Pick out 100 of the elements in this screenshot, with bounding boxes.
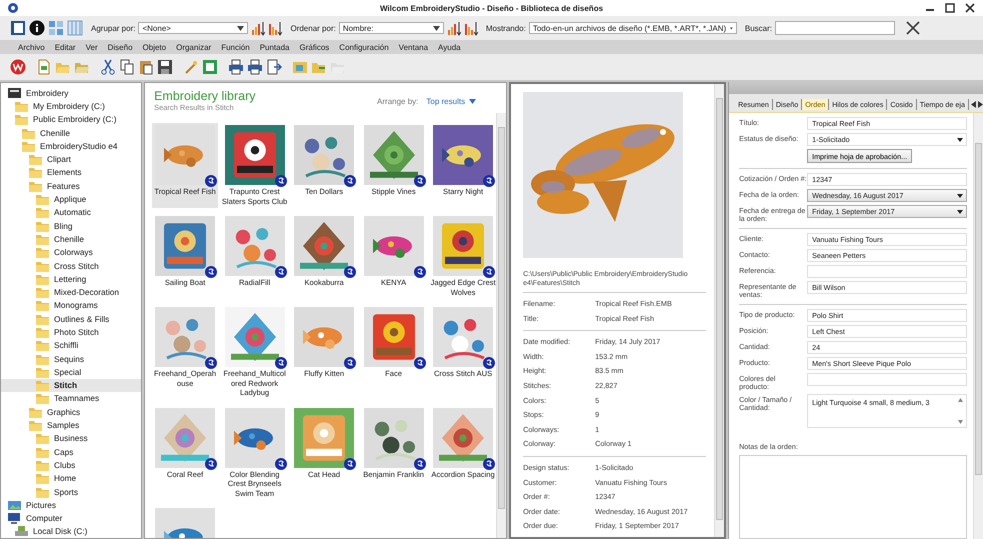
tree-item[interactable]: Features: [1, 179, 142, 192]
arrange-label: Arrange by:: [377, 97, 418, 106]
tree-item[interactable]: Computer: [1, 512, 142, 525]
badge-icon: [344, 357, 356, 369]
menu-item[interactable]: Objeto: [142, 42, 166, 52]
menu-item[interactable]: Ver: [86, 42, 98, 52]
tree-item[interactable]: Bling: [1, 218, 142, 232]
paste-icon[interactable]: [138, 59, 154, 75]
showing-dropdown[interactable]: Todo-en-un archivos de diseño (*.EMB, *.ART*, *.JAN): [528, 22, 737, 34]
menu-item[interactable]: Puntada: [260, 42, 290, 52]
tree-item[interactable]: Schiffli: [1, 338, 142, 352]
scrollbar[interactable]: [496, 113, 506, 538]
scroll-left-icon[interactable]: [971, 101, 976, 108]
menu-item[interactable]: Editar: [54, 42, 76, 52]
caret-icon: [957, 194, 963, 198]
menu-item[interactable]: Configuración: [339, 42, 389, 52]
tree-item[interactable]: Graphics: [1, 405, 142, 418]
magic-wand-icon[interactable]: [183, 59, 199, 75]
tree-item[interactable]: Applique: [1, 192, 142, 206]
printer-icon[interactable]: [247, 59, 263, 75]
info-icon[interactable]: [29, 20, 45, 36]
tree-item[interactable]: Chenille: [1, 232, 142, 246]
tree-item[interactable]: EmbroideryStudio e4: [1, 139, 142, 152]
tree-item[interactable]: Pictures: [1, 498, 142, 512]
badge-icon: [274, 266, 287, 278]
caret-icon: [957, 210, 963, 214]
copy-icon[interactable]: [119, 59, 135, 75]
tree-item[interactable]: Sports: [1, 484, 142, 498]
tree-item[interactable]: Samples: [1, 418, 142, 432]
printer-icon[interactable]: [228, 59, 244, 75]
input-field[interactable]: [807, 373, 967, 386]
tree-item[interactable]: Special: [1, 365, 142, 379]
menu-item[interactable]: Ventana: [398, 42, 428, 52]
tree-item[interactable]: Elements: [1, 166, 142, 180]
tree-item[interactable]: Colorways: [1, 246, 142, 259]
badge-icon: [483, 458, 496, 470]
input-field[interactable]: [807, 265, 967, 278]
folder-icon: [35, 431, 50, 446]
tree-item[interactable]: Public Embroidery (C:): [1, 112, 142, 126]
sort-descending-icon[interactable]: [268, 20, 282, 36]
arrange-dropdown[interactable]: Top results: [426, 97, 476, 106]
badge-icon: [414, 357, 426, 369]
maximize-icon[interactable]: [945, 3, 955, 13]
tree-item[interactable]: My Embroidery (C:): [1, 99, 142, 113]
tree-item[interactable]: Automatic: [1, 206, 142, 219]
badge-icon: [205, 266, 218, 278]
tree-item[interactable]: Local Disk (C:): [1, 524, 142, 538]
save-icon[interactable]: [157, 59, 173, 75]
badge-icon: [414, 175, 426, 187]
tree-item[interactable]: Clubs: [1, 458, 142, 472]
new-document-icon[interactable]: [36, 59, 52, 75]
scissors-icon[interactable]: [100, 59, 116, 75]
sort-ascending-icon[interactable]: [446, 20, 461, 36]
logo-icon[interactable]: [10, 59, 26, 75]
menu-item[interactable]: Organizar: [176, 42, 212, 52]
sort-descending-icon[interactable]: [464, 20, 478, 36]
tree-item[interactable]: Embroidery: [1, 86, 142, 100]
menu-item[interactable]: Archivo: [18, 42, 45, 52]
group-by-label: Agrupar por:: [91, 24, 136, 32]
tree-item[interactable]: Monograms: [1, 298, 142, 312]
tree-item[interactable]: Clipart: [1, 152, 142, 166]
panel-icon[interactable]: [10, 20, 26, 36]
tree-item[interactable]: Caps: [1, 445, 142, 458]
caret-icon: [469, 99, 476, 104]
tree-item[interactable]: Stitch: [1, 378, 142, 392]
tree-item[interactable]: Home: [1, 472, 142, 485]
tree-item[interactable]: Mixed-Decoration: [1, 285, 142, 299]
tree-item[interactable]: Chenille: [1, 126, 142, 140]
scroll-down-icon[interactable]: [958, 420, 963, 424]
frame-icon[interactable]: [202, 59, 218, 75]
badge-icon: [274, 175, 287, 187]
tree-item[interactable]: Sequins: [1, 352, 142, 366]
close-icon[interactable]: [965, 3, 975, 13]
tree-item[interactable]: Cross Stitch: [1, 258, 142, 272]
sort-by-dropdown[interactable]: Nombre:: [338, 22, 444, 34]
tree-item[interactable]: Outlines & Fills: [1, 312, 142, 326]
notes-field[interactable]: [739, 455, 967, 539]
scroll-right-icon[interactable]: [978, 101, 983, 108]
tree-item[interactable]: Business: [1, 432, 142, 446]
menu-item[interactable]: Ayuda: [438, 42, 461, 52]
showing-label: Mostrando:: [486, 24, 526, 32]
thumbnail-view-icon[interactable]: [48, 20, 64, 36]
tree-item[interactable]: Lettering: [1, 272, 142, 286]
badge-icon: [483, 266, 496, 278]
scroll-up-icon[interactable]: [958, 398, 963, 402]
export-icon[interactable]: [266, 59, 282, 75]
scrollbar[interactable]: [973, 113, 983, 539]
tree-item[interactable]: Teamnames: [1, 392, 142, 406]
group-by-dropdown[interactable]: <None>: [138, 22, 248, 34]
search-field[interactable]: [774, 21, 895, 35]
scrollbar[interactable]: [714, 84, 724, 537]
folder-icon: [28, 165, 43, 180]
computer-icon: [7, 511, 22, 526]
sort-ascending-icon[interactable]: [251, 20, 266, 36]
menu-item[interactable]: Gráficos: [300, 42, 330, 52]
folder-icon: [14, 112, 29, 126]
clear-search-icon[interactable]: [906, 21, 920, 35]
menu-item[interactable]: Diseño: [108, 42, 133, 52]
menu-item[interactable]: Función: [221, 42, 250, 52]
tree-item[interactable]: Photo Stitch: [1, 325, 142, 339]
